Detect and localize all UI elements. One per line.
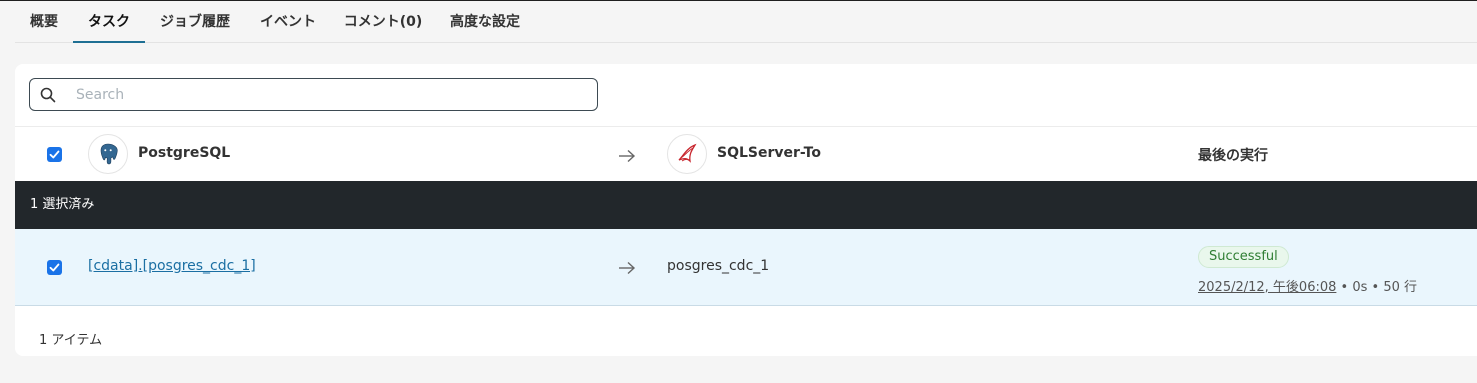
tab-job-history[interactable]: ジョブ履歴 xyxy=(155,1,235,43)
target-connection-name: SQLServer-To xyxy=(717,145,821,161)
table-header: PostgreSQL SQLServer-To 最後の実行 xyxy=(15,126,1477,181)
select-all-checkbox[interactable] xyxy=(47,147,62,162)
target-task-name: posgres_cdc_1 xyxy=(667,258,770,274)
selection-bar: 1 選択済み xyxy=(15,181,1477,229)
status-badge: Successful xyxy=(1198,246,1289,268)
tab-tasks[interactable]: タスク xyxy=(73,1,145,43)
item-count: 1 アイテム xyxy=(39,333,103,348)
source-connection-name: PostgreSQL xyxy=(138,145,231,161)
postgresql-logo xyxy=(88,134,128,174)
row-checkbox[interactable] xyxy=(47,260,62,275)
checkbox-checked-icon xyxy=(49,263,60,272)
last-run-header: 最後の実行 xyxy=(1198,148,1268,164)
source-task-link[interactable]: [cdata].[posgres_cdc_1] xyxy=(88,258,256,274)
search-input[interactable] xyxy=(76,84,576,106)
search-icon xyxy=(40,87,56,103)
search-box[interactable] xyxy=(29,78,598,111)
tab-bar: 概要 タスク ジョブ履歴 イベント コメント(0) 高度な設定 xyxy=(15,1,1477,43)
tab-overview[interactable]: 概要 xyxy=(25,1,63,43)
last-run-details: 2025/2/12, 午後06:08 • 0s • 50 行 xyxy=(1198,276,1417,295)
arrow-right-icon xyxy=(618,148,636,163)
checkbox-checked-icon xyxy=(49,150,60,159)
tab-comments[interactable]: コメント(0) xyxy=(341,1,425,43)
arrow-right-icon xyxy=(618,260,636,275)
tab-events[interactable]: イベント xyxy=(255,1,321,43)
tab-advanced-settings[interactable]: 高度な設定 xyxy=(445,1,525,43)
selection-count: 1 選択済み xyxy=(30,197,95,212)
row-count: 50 行 xyxy=(1383,280,1418,295)
table-row[interactable]: [cdata].[posgres_cdc_1] posgres_cdc_1 Su… xyxy=(15,229,1477,306)
tasks-card: PostgreSQL SQLServer-To 最後の実行 1 選択済み [cd… xyxy=(15,64,1477,356)
separator-dot: • xyxy=(1371,280,1384,295)
separator-dot: • xyxy=(1340,280,1353,295)
run-duration: 0s xyxy=(1352,280,1368,295)
last-run-time-link[interactable]: 2025/2/12, 午後06:08 xyxy=(1198,280,1336,295)
sqlserver-logo xyxy=(667,134,707,174)
